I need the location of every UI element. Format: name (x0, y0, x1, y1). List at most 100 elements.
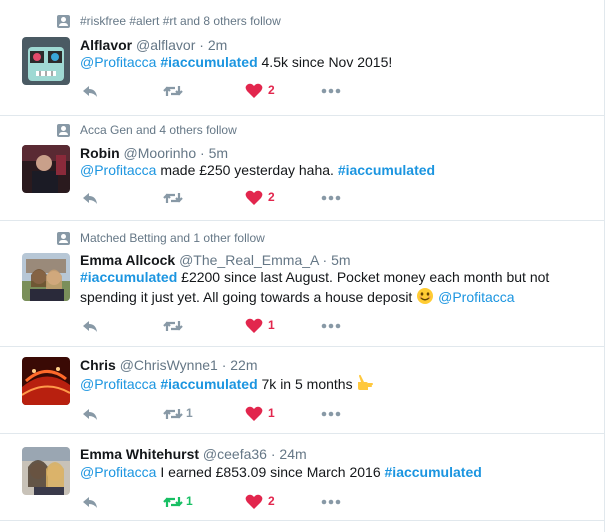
avatar-image (22, 37, 70, 85)
more-button[interactable] (320, 81, 342, 101)
avatar[interactable] (22, 447, 70, 495)
like-count: 2 (268, 494, 275, 508)
hashtag-link[interactable]: #iaccumulated (338, 162, 435, 178)
avatar-image (22, 357, 70, 405)
heart-icon (245, 318, 263, 333)
like-count: 2 (268, 83, 275, 97)
heart-icon (245, 494, 263, 509)
tweet[interactable]: Acca Gen and 4 others follow Robin @Moor… (0, 116, 604, 221)
display-name[interactable]: Emma Whitehurst (80, 446, 199, 462)
avatar[interactable] (22, 37, 70, 85)
like-button[interactable]: 2 (244, 81, 275, 101)
user-handle[interactable]: @ceefa36 (203, 446, 267, 462)
user-handle[interactable]: @alflavor (136, 37, 195, 53)
heart-icon (245, 83, 263, 98)
mention-link[interactable]: @Profitacca (80, 376, 156, 392)
hashtag-link[interactable]: #iaccumulated (80, 269, 177, 285)
person-follow-icon (57, 232, 70, 245)
text-segment: I earned £853.09 since March 2016 (156, 464, 385, 480)
separator: · (221, 357, 227, 373)
retweet-icon (163, 497, 183, 507)
more-dots-icon (321, 411, 341, 417)
user-handle[interactable]: @Moorinho (124, 145, 197, 161)
tweet-text: @Profitacca #iaccumulated 4.5k since Nov… (80, 52, 580, 72)
hashtag-link[interactable]: #iaccumulated (385, 464, 482, 480)
tweet-text: #iaccumulated £2200 since last August. P… (80, 267, 580, 307)
more-button[interactable] (320, 492, 342, 512)
retweet-icon (163, 409, 183, 419)
tweet[interactable]: #riskfree #alert #rt and 8 others follow… (0, 0, 604, 116)
reply-button[interactable] (80, 81, 100, 101)
display-name[interactable]: Chris (80, 357, 116, 373)
heart-icon (245, 190, 263, 205)
retweet-icon (163, 86, 183, 96)
reply-button[interactable] (80, 316, 100, 336)
reply-icon (83, 497, 97, 508)
timestamp[interactable]: 24m (279, 446, 306, 462)
separator: · (199, 37, 204, 53)
more-button[interactable] (320, 188, 342, 208)
person-follow-icon (57, 124, 70, 137)
tweet[interactable]: Chris @ChrisWynne1 · 22m @Profitacca #ia… (0, 347, 604, 434)
tweet[interactable]: Emma Whitehurst @ceefa36 · 24m @Profitac… (0, 434, 604, 521)
user-handle[interactable]: @The_Real_Emma_A (179, 252, 319, 268)
like-button[interactable]: 1 (244, 404, 275, 424)
retweet-count: 1 (186, 406, 193, 420)
retweet-button[interactable]: 1 (162, 404, 193, 424)
display-name[interactable]: Robin (80, 145, 120, 161)
reply-button[interactable] (80, 188, 100, 208)
timestamp[interactable]: 5m (331, 252, 350, 268)
retweet-icon (163, 193, 183, 203)
like-button[interactable]: 2 (244, 492, 275, 512)
display-name[interactable]: Emma Allcock (80, 252, 175, 268)
tweet-header: Emma Whitehurst @ceefa36 · 24m (80, 445, 307, 463)
avatar[interactable] (22, 145, 70, 193)
follow-context[interactable]: Matched Betting and 1 other follow (80, 231, 265, 245)
retweet-button[interactable]: 1 (162, 492, 193, 512)
more-button[interactable] (320, 316, 342, 336)
text-segment: 4.5k since Nov 2015! (257, 54, 393, 70)
retweet-button[interactable] (162, 316, 184, 336)
like-count: 2 (268, 190, 275, 204)
tweet-header: Chris @ChrisWynne1 · 22m (80, 356, 258, 374)
follow-context[interactable]: Acca Gen and 4 others follow (80, 123, 237, 137)
tweet-actions: 1 2 (80, 492, 380, 512)
avatar-image (22, 145, 70, 193)
mention-link[interactable]: @Profitacca (438, 289, 514, 305)
tweet-actions: 1 1 (80, 404, 380, 424)
avatar[interactable] (22, 253, 70, 301)
timestamp[interactable]: 2m (208, 37, 227, 53)
retweet-button[interactable] (162, 81, 184, 101)
follow-context[interactable]: #riskfree #alert #rt and 8 others follow (80, 14, 281, 28)
like-button[interactable]: 1 (244, 316, 275, 336)
reply-button[interactable] (80, 492, 100, 512)
display-name[interactable]: Alflavor (80, 37, 132, 53)
mention-link[interactable]: @Profitacca (80, 54, 156, 70)
more-dots-icon (321, 499, 341, 505)
tweet-text: @Profitacca I earned £853.09 since March… (80, 462, 580, 482)
mention-link[interactable]: @Profitacca (80, 162, 156, 178)
retweet-button[interactable] (162, 188, 184, 208)
smiling-face-emoji (417, 288, 434, 304)
user-handle[interactable]: @ChrisWynne1 (120, 357, 218, 373)
like-button[interactable]: 2 (244, 188, 275, 208)
reply-icon (83, 193, 97, 204)
text-segment: 7k in 5 months (257, 376, 357, 392)
more-button[interactable] (320, 404, 342, 424)
hashtag-link[interactable]: #iaccumulated (160, 54, 257, 70)
more-dots-icon (321, 195, 341, 201)
mention-link[interactable]: @Profitacca (80, 464, 156, 480)
hashtag-link[interactable]: #iaccumulated (160, 376, 257, 392)
retweet-icon (163, 321, 183, 331)
reply-icon (83, 86, 97, 97)
avatar-image (22, 253, 70, 301)
timestamp[interactable]: 5m (209, 145, 228, 161)
reply-button[interactable] (80, 404, 100, 424)
tweet-actions: 2 (80, 81, 380, 101)
timestamp[interactable]: 22m (230, 357, 257, 373)
avatar[interactable] (22, 357, 70, 405)
tweet[interactable]: Matched Betting and 1 other follow Emma … (0, 221, 604, 347)
more-dots-icon (321, 323, 341, 329)
tweet-text: @Profitacca made £250 yesterday haha. #i… (80, 160, 580, 180)
reply-icon (83, 409, 97, 420)
